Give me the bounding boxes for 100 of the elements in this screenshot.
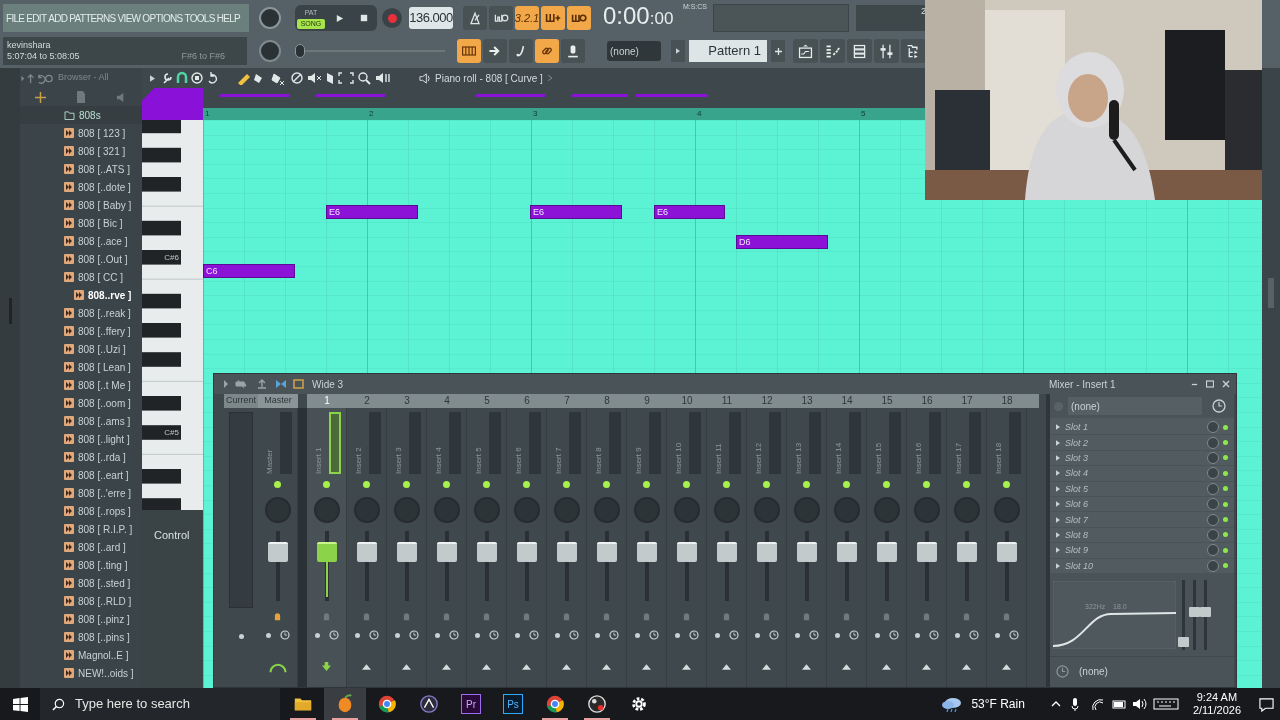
mixer-preset-label[interactable]: Wide 3	[312, 376, 344, 392]
route-arrow-icon[interactable]	[362, 664, 371, 670]
clock-icon[interactable]	[808, 630, 819, 640]
effects-preset-field[interactable]: (none)	[1068, 397, 1202, 415]
clock-icon[interactable]	[608, 630, 619, 640]
clock-icon[interactable]	[448, 630, 459, 640]
route-arrow-icon[interactable]	[442, 664, 451, 670]
route-arrow-icon[interactable]	[722, 664, 731, 670]
browser-item[interactable]: 808 [..light ]	[20, 430, 142, 448]
windows-logo-icon[interactable]	[12, 696, 28, 712]
main-volume-knob[interactable]	[259, 7, 281, 29]
browser-item[interactable]: 808 [ Bic ]	[20, 214, 142, 232]
sample-icon[interactable]	[64, 200, 74, 210]
effect-slot[interactable]: Slot 10	[1050, 558, 1234, 574]
sample-icon[interactable]	[64, 380, 74, 390]
expand-arrow-icon[interactable]	[1056, 424, 1060, 431]
insert-number[interactable]: 1	[307, 394, 347, 408]
browser-item[interactable]: 808 [..ard ]	[20, 538, 142, 556]
folder-item[interactable]: 808s	[20, 106, 142, 124]
insert-number[interactable]: 18	[987, 394, 1027, 408]
search-icon[interactable]	[52, 697, 65, 711]
slot-led[interactable]	[1223, 424, 1228, 430]
route-arrow-icon[interactable]	[322, 662, 331, 671]
insert-name[interactable]: Insert 7	[552, 412, 565, 474]
volume-fader[interactable]	[267, 542, 288, 562]
route-arrow-icon[interactable]	[962, 664, 971, 670]
insert-name[interactable]: Insert 15	[872, 412, 885, 474]
expand-arrow-icon[interactable]	[1056, 485, 1060, 492]
maximize-icon[interactable]	[1206, 380, 1214, 388]
clock-icon[interactable]	[688, 630, 699, 640]
output-dropdown[interactable]: (none)	[1079, 664, 1108, 680]
volume-fader[interactable]	[636, 542, 657, 562]
slot-led[interactable]	[1223, 486, 1228, 492]
menu-item[interactable]: EDIT	[26, 10, 47, 26]
browser-item[interactable]: 808 [..Uzi ]	[20, 340, 142, 358]
mute-led[interactable]	[603, 481, 610, 488]
insert-number[interactable]: 10	[667, 394, 707, 408]
mix-knob[interactable]	[1207, 451, 1219, 464]
effect-slot[interactable]: Slot 2	[1050, 435, 1234, 451]
clock-icon[interactable]	[768, 630, 779, 640]
volume-fader[interactable]	[836, 542, 857, 562]
triangle-icon[interactable]	[676, 48, 680, 54]
mix-knob[interactable]	[1207, 513, 1219, 526]
preset-dropdown[interactable]: (none)	[607, 41, 661, 61]
bar-number[interactable]: 1	[205, 108, 210, 120]
menu-item[interactable]: VIEW	[117, 10, 141, 26]
volume-fader[interactable]	[316, 542, 337, 562]
route-arrow-icon[interactable]	[802, 664, 811, 670]
browser-item[interactable]: 808..rve ]	[20, 286, 142, 304]
snap-icon[interactable]	[35, 91, 46, 103]
browser-item[interactable]: Magnol..E ]	[20, 646, 142, 664]
insert-name[interactable]: Insert 16	[912, 412, 925, 474]
volume-fader[interactable]	[956, 542, 977, 562]
mute-led[interactable]	[723, 481, 730, 488]
effect-slot[interactable]: Slot 4	[1050, 466, 1234, 482]
route-arrow-icon[interactable]	[1002, 664, 1011, 670]
insert-number[interactable]: 15	[867, 394, 907, 408]
clock-icon[interactable]	[488, 630, 499, 640]
folder-icon[interactable]	[64, 110, 75, 120]
insert-number[interactable]: 5	[467, 394, 507, 408]
effect-slot[interactable]: Slot 8	[1050, 527, 1234, 544]
route-arrow-icon[interactable]	[482, 664, 491, 670]
pitch-knob[interactable]	[259, 40, 281, 62]
insert-name[interactable]: Insert 8	[592, 412, 605, 474]
mute-led[interactable]	[563, 481, 570, 488]
mix-fader[interactable]	[1178, 636, 1189, 647]
insert-number[interactable]: 6	[507, 394, 547, 408]
clock-date[interactable]: 2/11/2026	[1192, 704, 1241, 717]
insert-number[interactable]: 2	[347, 394, 387, 408]
volume-fader[interactable]	[716, 542, 737, 562]
insert-name[interactable]: Insert 10	[672, 412, 685, 474]
sample-icon[interactable]	[64, 668, 74, 678]
pattern-selector[interactable]: Pattern 1	[689, 40, 767, 62]
slot-led[interactable]	[1223, 563, 1228, 569]
volume-fader[interactable]	[996, 542, 1017, 562]
route-arrow-icon[interactable]	[842, 664, 851, 670]
effect-slot[interactable]: Slot 6	[1050, 496, 1234, 513]
control-label[interactable]: Control	[154, 529, 190, 541]
browser-item[interactable]: 808 [..ffery ]	[20, 322, 142, 340]
sample-icon[interactable]	[64, 542, 74, 552]
effect-slot[interactable]: Slot 9	[1050, 543, 1234, 559]
insert-name[interactable]: Insert 12	[752, 412, 765, 474]
volume-fader[interactable]	[356, 542, 377, 562]
clock-icon[interactable]	[648, 630, 659, 640]
slot-led[interactable]	[1223, 501, 1228, 507]
add-pattern-button[interactable]	[771, 40, 785, 62]
insert-name[interactable]: Insert 14	[832, 412, 845, 474]
sample-icon[interactable]	[64, 452, 74, 462]
mute-led[interactable]	[403, 481, 410, 488]
mute-led[interactable]	[843, 481, 850, 488]
browser-item[interactable]: 808 [..reak ]	[20, 304, 142, 322]
route-arrow-icon[interactable]	[402, 664, 411, 670]
browser-item[interactable]: 808 [..oom ]	[20, 394, 142, 412]
chrome-icon[interactable]	[545, 694, 565, 714]
volume-fader[interactable]	[676, 542, 697, 562]
clock-icon[interactable]	[568, 630, 579, 640]
column-header[interactable]: Master	[258, 394, 298, 408]
slot-led[interactable]	[1223, 517, 1228, 523]
menu-item[interactable]: FILE	[6, 10, 25, 26]
insert-number[interactable]: 9	[627, 394, 667, 408]
